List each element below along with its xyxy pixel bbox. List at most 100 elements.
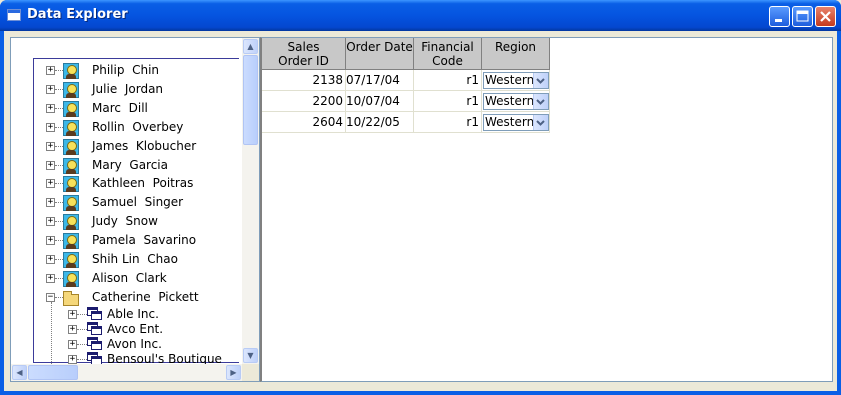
expand-icon[interactable]: +	[46, 66, 55, 75]
chevron-down-icon[interactable]	[533, 115, 548, 130]
cell-order-id[interactable]: 2138	[262, 70, 346, 91]
customer-first-name: Kathleen	[92, 176, 146, 190]
region-dropdown[interactable]: Western	[483, 114, 549, 131]
tree-item-customer[interactable]: + Rollin Overbey	[11, 119, 241, 137]
tree-item-label: Shih Lin Chao	[92, 252, 178, 266]
expand-icon[interactable]: +	[46, 161, 55, 170]
horizontal-scrollbar[interactable]: ◀ ▶	[11, 364, 243, 381]
tree-connector	[55, 221, 63, 223]
customer-tree[interactable]: + Philip Chin + Julie Jordan + Marc Dill + Roll…	[11, 38, 243, 365]
scroll-up-icon[interactable]: ▲	[243, 39, 258, 54]
tree-item-customer[interactable]: + Pamela Savarino	[11, 232, 241, 250]
expand-icon[interactable]: +	[46, 123, 55, 132]
company-icon	[87, 322, 103, 336]
expand-icon[interactable]: +	[46, 236, 55, 245]
cell-financial-code[interactable]: r1	[414, 112, 482, 133]
column-header-label: Sales Order ID	[278, 40, 329, 68]
expand-icon[interactable]: +	[46, 104, 55, 113]
customer-first-name: Mary	[92, 158, 122, 172]
tree-item-customer[interactable]: − Catherine Pickett	[11, 289, 241, 307]
region-value: Western	[485, 115, 535, 129]
data-explorer-window: Data Explorer + Philip Chin + Julie Jordan +…	[0, 0, 841, 395]
tree-item-customer[interactable]: + Samuel Singer	[11, 194, 241, 212]
company-icon	[87, 307, 103, 321]
tree-item-label: Samuel Singer	[92, 195, 183, 209]
expand-icon[interactable]: +	[46, 217, 55, 226]
expand-icon[interactable]: +	[46, 85, 55, 94]
person-icon	[63, 271, 79, 287]
tree-item-label: Kathleen Poitras	[92, 176, 193, 190]
expand-icon[interactable]: +	[68, 340, 77, 349]
expand-icon[interactable]: +	[46, 142, 55, 151]
person-icon	[63, 195, 79, 211]
tree-item-customer[interactable]: + Mary Garcia	[11, 157, 241, 175]
expand-icon[interactable]: +	[46, 198, 55, 207]
tree-item-label: James Klobucher	[92, 139, 196, 153]
customer-last-name: Savarino	[143, 233, 197, 247]
tree-connector	[55, 278, 63, 280]
collapse-icon[interactable]: −	[46, 293, 55, 302]
open-folder-icon	[63, 291, 79, 306]
customer-last-name: Snow	[125, 214, 158, 228]
column-header-sales-order-id[interactable]: Sales Order ID	[262, 38, 346, 70]
customer-last-name: Singer	[144, 195, 184, 209]
tree-connector	[55, 240, 63, 242]
person-icon	[63, 120, 79, 136]
region-dropdown[interactable]: Western	[483, 72, 549, 89]
minimize-button[interactable]	[769, 6, 790, 27]
tree-connector	[77, 344, 87, 346]
expand-icon[interactable]: +	[68, 355, 77, 364]
tree-item-label: Avon Inc.	[107, 337, 162, 351]
tree-item-customer[interactable]: + Judy Snow	[11, 213, 241, 231]
expand-icon[interactable]: +	[46, 255, 55, 264]
scroll-down-icon[interactable]: ▼	[243, 348, 258, 363]
scroll-left-icon[interactable]: ◀	[12, 365, 27, 380]
customer-last-name: Dill	[128, 101, 148, 115]
chevron-down-icon[interactable]	[533, 94, 548, 109]
tree-item-customer[interactable]: + Philip Chin	[11, 62, 241, 80]
tree-item-customer[interactable]: + Julie Jordan	[11, 81, 241, 99]
customer-last-name: Clark	[135, 271, 167, 285]
region-value: Western	[485, 94, 535, 108]
region-dropdown[interactable]: Western	[483, 93, 549, 110]
person-icon	[63, 139, 79, 155]
chevron-down-icon[interactable]	[533, 73, 548, 88]
column-header-region[interactable]: Region	[482, 38, 550, 70]
tree-item-label: Mary Garcia	[92, 158, 168, 172]
tree-connector	[55, 202, 63, 204]
customer-first-name: Rollin	[92, 120, 125, 134]
tree-item-customer[interactable]: + Kathleen Poitras	[11, 175, 241, 193]
column-header-financial-code[interactable]: Financial Code	[414, 38, 482, 70]
tree-item-label: Julie Jordan	[92, 82, 163, 96]
close-button[interactable]	[815, 6, 836, 27]
cell-order-date[interactable]: 07/17/04	[346, 70, 414, 91]
expand-icon[interactable]: +	[46, 179, 55, 188]
customer-last-name: Poitras	[152, 176, 194, 190]
tree-connector	[55, 89, 63, 91]
vertical-scroll-thumb[interactable]	[243, 55, 258, 145]
cell-financial-code[interactable]: r1	[414, 70, 482, 91]
column-header-order-date[interactable]: Order Date	[346, 38, 414, 70]
expand-icon[interactable]: +	[46, 274, 55, 283]
horizontal-scroll-thumb[interactable]	[28, 365, 78, 380]
expand-icon[interactable]: +	[68, 310, 77, 319]
cell-order-id[interactable]: 2604	[262, 112, 346, 133]
scroll-right-icon[interactable]: ▶	[226, 365, 241, 380]
cell-order-date[interactable]: 10/22/05	[346, 112, 414, 133]
maximize-button[interactable]	[792, 6, 813, 27]
cell-financial-code[interactable]: r1	[414, 91, 482, 112]
cell-order-id[interactable]: 2200	[262, 91, 346, 112]
tree-item-customer[interactable]: + Marc Dill	[11, 100, 241, 118]
customer-first-name: Pamela	[92, 233, 136, 247]
tree-item-customer[interactable]: + Shih Lin Chao	[11, 251, 241, 269]
tree-connector	[55, 165, 63, 167]
title-bar[interactable]: Data Explorer	[0, 0, 841, 31]
tree-item-customer[interactable]: + James Klobucher	[11, 138, 241, 156]
vertical-scrollbar[interactable]: ▲ ▼	[242, 38, 259, 365]
customer-last-name: Garcia	[129, 158, 168, 172]
cell-order-date[interactable]: 10/07/04	[346, 91, 414, 112]
expand-icon[interactable]: +	[68, 325, 77, 334]
person-icon	[63, 176, 79, 192]
company-icon	[87, 337, 103, 351]
tree-item-customer[interactable]: + Alison Clark	[11, 270, 241, 288]
